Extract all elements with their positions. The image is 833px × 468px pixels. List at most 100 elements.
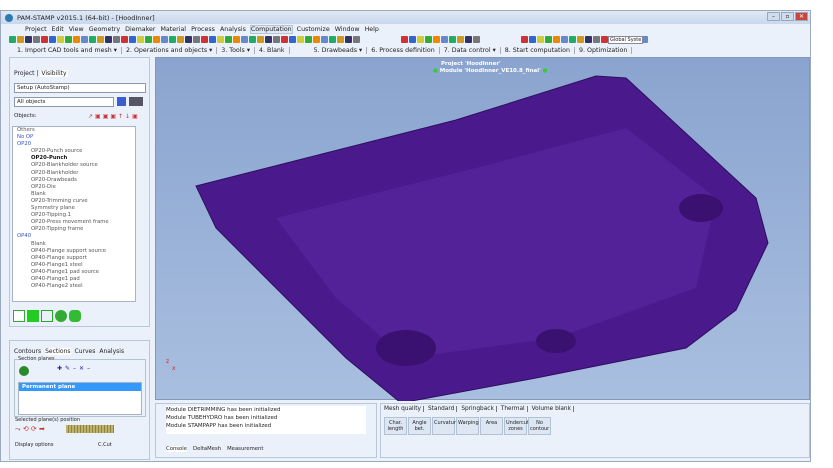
menu-project[interactable]: Project <box>25 26 47 33</box>
toolbar-button-icon[interactable] <box>409 36 416 43</box>
toolbar-button-icon[interactable] <box>601 36 608 43</box>
tree-item[interactable]: Others <box>13 127 135 134</box>
process-tab-6[interactable]: 6. Process definition <box>367 47 440 54</box>
console-tab-deltamesh[interactable]: DeltaMesh <box>193 446 221 452</box>
setup-select[interactable]: Setup (AutoStamp) <box>14 83 146 93</box>
toolbar-button-icon[interactable] <box>313 36 320 43</box>
tree-item[interactable]: OP20-Drawbeads <box>13 177 135 184</box>
toolbar-button-icon[interactable] <box>545 36 552 43</box>
toolbar-button-icon[interactable] <box>521 36 528 43</box>
tree-item[interactable]: OP20-Punch <box>13 155 135 162</box>
toolbar-button-icon[interactable] <box>57 36 64 43</box>
tree-item[interactable]: OP20 <box>13 141 135 148</box>
process-tab-3[interactable]: 3. Tools ▾ <box>217 47 255 54</box>
mesh-button[interactable]: Area <box>480 417 503 435</box>
toolbar-button-icon[interactable] <box>297 36 304 43</box>
tree-item[interactable]: Blank <box>13 241 135 248</box>
toolbar-button-icon[interactable] <box>81 36 88 43</box>
toolbar-button-icon[interactable] <box>289 36 296 43</box>
menu-diemaker[interactable]: Diemaker <box>125 26 155 33</box>
toolbar-button-icon[interactable] <box>585 36 592 43</box>
tree-item[interactable]: OP20-Blankholder source <box>13 162 135 169</box>
toolbar-button-icon[interactable] <box>129 36 136 43</box>
toolbar-button-icon[interactable] <box>49 36 56 43</box>
process-tab-4[interactable]: 4. Blank <box>255 47 290 54</box>
toolbar-button-icon[interactable] <box>169 36 176 43</box>
tab-sections[interactable]: Sections <box>45 348 71 355</box>
tree-item[interactable]: OP20-Blankholder <box>13 170 135 177</box>
toolbar-button-icon[interactable] <box>193 36 200 43</box>
toolbar-button-icon[interactable] <box>201 36 208 43</box>
toolbar-button-icon[interactable] <box>257 36 264 43</box>
toolbar-button-icon[interactable] <box>457 36 464 43</box>
mesh-button[interactable]: Warping <box>456 417 479 435</box>
menu-window[interactable]: Window <box>335 26 360 33</box>
toolbar-button-icon[interactable] <box>17 36 24 43</box>
toolbar-button-icon[interactable] <box>41 36 48 43</box>
menu-geometry[interactable]: Geometry <box>89 26 120 33</box>
object-actions-icons[interactable]: ↗▣▣▣↑↓▣ <box>88 113 140 120</box>
tree-item[interactable]: Blank <box>13 191 135 198</box>
toolbar-button-icon[interactable] <box>473 36 480 43</box>
tab-curves[interactable]: Curves <box>75 348 96 355</box>
toolbar-button-icon[interactable] <box>137 36 144 43</box>
toolbar-button-icon[interactable] <box>97 36 104 43</box>
toolbar-button-icon[interactable] <box>217 36 224 43</box>
process-tab-7[interactable]: 7. Data control ▾ <box>440 47 501 54</box>
toolbar-button-icon[interactable] <box>321 36 328 43</box>
toolbar-button-icon[interactable] <box>209 36 216 43</box>
toolbar-button-icon[interactable] <box>113 36 120 43</box>
tab-visibility[interactable]: Visibility <box>40 70 68 77</box>
toolbar-button-icon[interactable] <box>89 36 96 43</box>
process-tab-1[interactable]: 1. Import CAD tools and mesh ▾ <box>13 47 122 54</box>
toolbar-button-icon[interactable] <box>417 36 424 43</box>
toolbar-button-icon[interactable] <box>161 36 168 43</box>
mesh-tab-0[interactable]: Mesh quality <box>384 406 424 412</box>
toolbar-button-icon[interactable] <box>265 36 272 43</box>
toolbar-button-icon[interactable] <box>433 36 440 43</box>
menu-material[interactable]: Material <box>160 26 186 33</box>
process-tab-9[interactable]: 9. Optimization <box>575 47 633 54</box>
flange-icon[interactable] <box>69 310 81 322</box>
coordinate-system-select[interactable]: Global Syste <box>608 36 644 44</box>
toolbar-button-icon[interactable] <box>337 36 344 43</box>
menu-computation[interactable]: Computation <box>249 24 293 34</box>
minimize-button[interactable]: – <box>767 12 780 21</box>
tab-analysis[interactable]: Analysis <box>99 348 124 355</box>
toolbar-button-icon[interactable] <box>185 36 192 43</box>
3d-viewport[interactable]: Project 'HoodInner' ● Module 'HoodInner_… <box>155 57 810 401</box>
surface-icon[interactable] <box>27 310 39 322</box>
toolbar-button-icon[interactable] <box>537 36 544 43</box>
toolbar-button-icon[interactable] <box>425 36 432 43</box>
tab-contours[interactable]: Contours <box>14 348 41 355</box>
op-icon[interactable] <box>117 97 126 106</box>
outline-icon[interactable] <box>41 310 53 322</box>
position-slider[interactable] <box>66 425 114 433</box>
toolbar-button-icon[interactable] <box>577 36 584 43</box>
select-nodes-icon[interactable] <box>13 310 25 322</box>
tree-item[interactable]: OP20-Die <box>13 184 135 191</box>
toolbar-button-icon[interactable] <box>177 36 184 43</box>
menu-customize[interactable]: Customize <box>297 26 330 33</box>
toolbar-button-icon[interactable] <box>329 36 336 43</box>
process-tab-2[interactable]: 2. Operations and objects ▾ <box>122 47 218 54</box>
toolbar-button-icon[interactable] <box>569 36 576 43</box>
mesh-tab-4[interactable]: Volume blank <box>531 406 574 412</box>
plane-actions-icons[interactable]: ✚✎–✕– <box>57 365 93 372</box>
tree-item[interactable]: OP20-Punch source <box>13 148 135 155</box>
tree-item[interactable]: OP40-Flange1 pad source <box>13 269 135 276</box>
list-item[interactable]: Permanent plane <box>19 383 141 391</box>
tree-item[interactable]: OP40-Flange1 steel <box>13 262 135 269</box>
tree-item[interactable]: OP40 <box>13 233 135 240</box>
process-tab-5[interactable]: 5. Drawbeads ▾ <box>310 47 368 54</box>
toolbar-button-icon[interactable] <box>401 36 408 43</box>
add-plane-icon[interactable] <box>19 366 29 376</box>
tree-item[interactable]: No OP <box>13 134 135 141</box>
menu-view[interactable]: View <box>69 26 84 33</box>
toolbar-button-icon[interactable] <box>529 36 536 43</box>
close-button[interactable]: ✕ <box>795 12 808 21</box>
toolbar-button-icon[interactable] <box>449 36 456 43</box>
mesh-button[interactable]: Undercut zones <box>504 417 529 435</box>
toolbar-button-icon[interactable] <box>305 36 312 43</box>
toolbar-button-icon[interactable] <box>9 36 16 43</box>
